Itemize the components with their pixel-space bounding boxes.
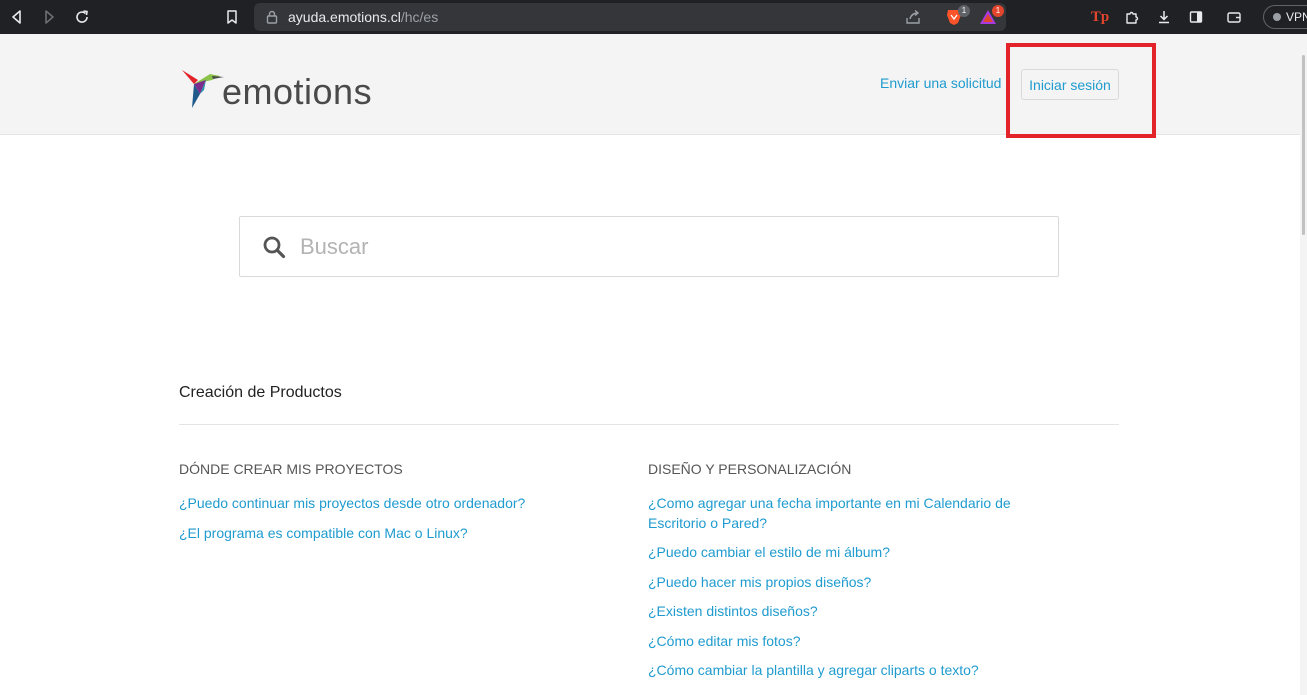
vpn-status-icon xyxy=(1273,13,1281,21)
category-title[interactable]: Creación de Productos xyxy=(179,384,342,402)
article-link[interactable]: ¿Existen distintos diseños? xyxy=(648,602,1088,622)
forward-button[interactable] xyxy=(37,5,61,29)
article-list: ¿Puedo continuar mis proyectos desde otr… xyxy=(179,494,619,543)
vpn-label: VPN xyxy=(1286,10,1307,24)
brave-badge: 1 xyxy=(958,5,970,17)
section-diseno: DISEÑO Y PERSONALIZACIÓN ¿Como agregar u… xyxy=(648,461,1088,691)
reload-button[interactable] xyxy=(70,5,94,29)
logo-text: emotions xyxy=(222,71,373,112)
list-item: ¿Como agregar una fecha importante en mi… xyxy=(648,494,1088,533)
bookmark-icon xyxy=(227,10,237,24)
bookmark-button[interactable] xyxy=(220,5,244,29)
sidebar-button[interactable] xyxy=(1186,7,1206,27)
search-box[interactable] xyxy=(239,216,1059,277)
section-donde-crear: DÓNDE CREAR MIS PROYECTOS ¿Puedo continu… xyxy=(179,461,619,553)
url-text: ayuda.emotions.cl/hc/es xyxy=(288,9,438,25)
url-path: /hc/es xyxy=(400,9,439,25)
browser-toolbar: ayuda.emotions.cl/hc/es 1 1 Tp VPN xyxy=(0,0,1307,34)
article-link[interactable]: ¿Puedo continuar mis proyectos desde otr… xyxy=(179,494,619,514)
vpn-button[interactable]: VPN xyxy=(1263,5,1307,29)
brave-shields-button[interactable]: 1 xyxy=(944,5,970,27)
hummingbird-logo-icon xyxy=(182,70,224,108)
section-title[interactable]: DISEÑO Y PERSONALIZACIÓN xyxy=(648,461,1088,477)
list-item: ¿Puedo hacer mis propios diseños? xyxy=(648,573,1088,593)
article-list: ¿Como agregar una fecha importante en mi… xyxy=(648,494,1088,681)
article-link[interactable]: ¿Como agregar una fecha importante en mi… xyxy=(648,494,1068,533)
logo-link[interactable]: emotions xyxy=(180,60,372,110)
brave-rewards-button[interactable]: 1 xyxy=(978,5,1004,27)
puzzle-icon xyxy=(1126,11,1139,24)
wallet-icon xyxy=(1227,12,1241,23)
section-title[interactable]: DÓNDE CREAR MIS PROYECTOS xyxy=(179,461,619,477)
downloads-button[interactable] xyxy=(1154,7,1174,27)
back-button[interactable] xyxy=(5,5,29,29)
article-link[interactable]: ¿Cómo cambiar la plantilla y agregar cli… xyxy=(648,661,1088,681)
list-item: ¿Puedo continuar mis proyectos desde otr… xyxy=(179,494,619,514)
search-input[interactable] xyxy=(300,231,1040,263)
reload-icon xyxy=(76,10,88,23)
article-link[interactable]: ¿Cómo editar mis fotos? xyxy=(648,632,1088,652)
lock-icon xyxy=(266,10,278,24)
list-item: ¿Cómo editar mis fotos? xyxy=(648,632,1088,652)
wallet-button[interactable] xyxy=(1224,7,1244,27)
tp-extension-icon: Tp xyxy=(1090,8,1110,25)
article-link[interactable]: ¿El programa es compatible con Mac o Lin… xyxy=(179,524,619,544)
list-item: ¿Existen distintos diseños? xyxy=(648,602,1088,622)
download-icon xyxy=(1159,11,1169,24)
list-item: ¿El programa es compatible con Mac o Lin… xyxy=(179,524,619,544)
list-item: ¿Puedo cambiar el estilo de mi álbum? xyxy=(648,543,1088,563)
extensions-button[interactable] xyxy=(1122,7,1142,27)
category-divider xyxy=(179,424,1119,425)
back-icon xyxy=(12,10,21,24)
share-icon[interactable] xyxy=(904,8,922,26)
address-bar[interactable]: ayuda.emotions.cl/hc/es 1 1 xyxy=(254,3,1006,31)
article-link[interactable]: ¿Puedo cambiar el estilo de mi álbum? xyxy=(648,543,1088,563)
site-header: emotions Enviar una solicitud Iniciar se… xyxy=(0,34,1307,135)
article-link[interactable]: ¿Puedo hacer mis propios diseños? xyxy=(648,573,1088,593)
list-item: ¿Cómo cambiar la plantilla y agregar cli… xyxy=(648,661,1088,681)
page-scrollbar[interactable] xyxy=(1300,35,1307,695)
forward-icon xyxy=(45,10,54,24)
url-host: ayuda.emotions.cl xyxy=(288,9,401,25)
search-icon xyxy=(263,236,286,259)
scrollbar-thumb[interactable] xyxy=(1302,55,1305,235)
tp-extension-button[interactable]: Tp xyxy=(1090,7,1110,27)
sidebar-icon xyxy=(1189,11,1203,23)
sign-in-button[interactable]: Iniciar sesión xyxy=(1021,69,1119,100)
submit-request-link[interactable]: Enviar una solicitud xyxy=(880,75,1001,91)
rewards-badge: 1 xyxy=(992,5,1004,17)
